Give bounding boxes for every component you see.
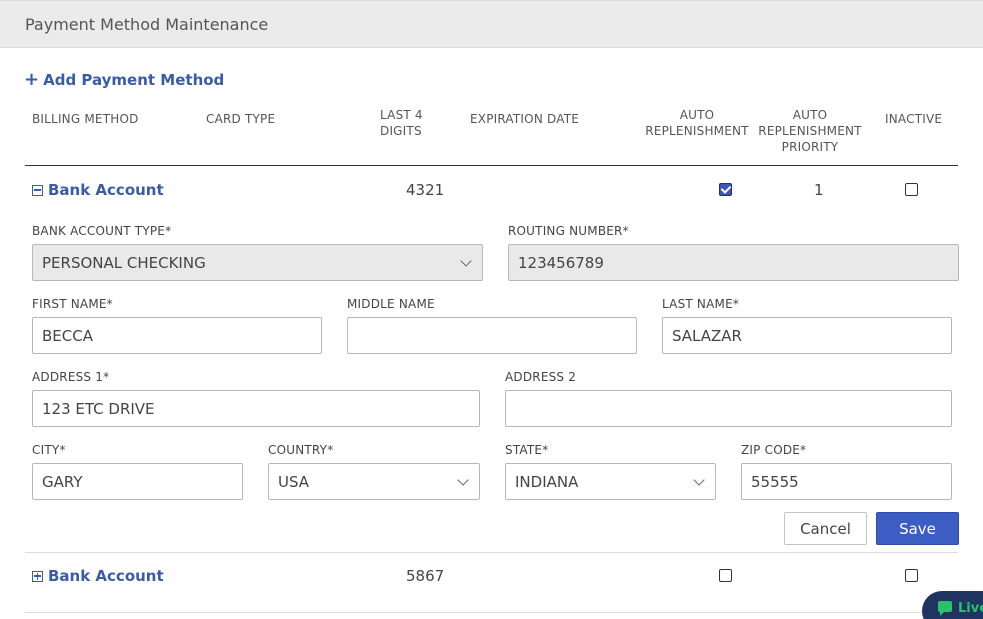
row-2-toggle[interactable]: Bank Account (32, 567, 164, 585)
col-last-4-digits: LAST 4 DIGITS (380, 108, 423, 138)
row-divider (25, 612, 958, 613)
cancel-button[interactable]: Cancel (784, 512, 867, 545)
row-divider (25, 552, 958, 553)
zip-code-label: ZIP CODE* (741, 443, 807, 457)
add-payment-method-label: Add Payment Method (43, 71, 225, 89)
row-1-inactive-checkbox[interactable] (905, 183, 918, 196)
first-name-field[interactable]: BECCA (32, 317, 322, 354)
last-name-field[interactable]: SALAZAR (662, 317, 952, 354)
live-chat-label: Live (958, 601, 983, 616)
row-1-auto-replenishment-checkbox[interactable] (719, 183, 732, 196)
row-1-priority: 1 (814, 181, 824, 199)
chat-icon (938, 601, 952, 616)
chevron-down-icon (460, 255, 472, 267)
col-auto-replenishment: AUTO REPLENISHMENT (645, 108, 749, 138)
country-label: COUNTRY* (268, 443, 334, 457)
chevron-down-icon (693, 474, 705, 486)
row-1-toggle[interactable]: Bank Account (32, 181, 164, 199)
address2-field[interactable] (505, 390, 952, 427)
routing-number-label: ROUTING NUMBER* (508, 224, 629, 238)
row-2-last4: 5867 (406, 567, 445, 585)
expand-icon (32, 570, 43, 582)
add-payment-method-link[interactable]: + Add Payment Method (24, 69, 225, 90)
middle-name-label: MIDDLE NAME (347, 297, 435, 311)
bank-account-type-select[interactable]: PERSONAL CHECKING (32, 244, 483, 281)
row-2-inactive-checkbox[interactable] (905, 569, 918, 582)
save-button[interactable]: Save (876, 512, 959, 545)
last-name-label: LAST NAME* (662, 297, 740, 311)
row-1-billing-method: Bank Account (48, 181, 164, 199)
address1-label: ADDRESS 1* (32, 370, 110, 384)
country-select[interactable]: USA (268, 463, 480, 500)
first-name-label: FIRST NAME* (32, 297, 113, 311)
bank-account-type-label: BANK ACCOUNT TYPE* (32, 224, 172, 238)
col-inactive: INACTIVE (885, 112, 943, 126)
live-chat-button[interactable]: Live (922, 591, 983, 619)
collapse-icon (32, 184, 43, 196)
page-header: Payment Method Maintenance (0, 0, 983, 48)
col-auto-replenishment-priority: AUTO REPLENISHMENT PRIORITY (758, 108, 862, 154)
col-expiration-date: EXPIRATION DATE (470, 112, 580, 126)
address2-label: ADDRESS 2 (505, 370, 577, 384)
plus-icon: + (24, 69, 40, 90)
row-1-last4: 4321 (406, 181, 445, 199)
col-billing-method: BILLING METHOD (32, 112, 139, 126)
col-card-type: CARD TYPE (206, 112, 276, 126)
city-field[interactable]: GARY (32, 463, 243, 500)
address1-field[interactable]: 123 ETC DRIVE (32, 390, 480, 427)
header-divider (25, 165, 958, 166)
city-label: CITY* (32, 443, 66, 457)
state-select[interactable]: INDIANA (505, 463, 716, 500)
page-title: Payment Method Maintenance (25, 15, 269, 34)
chevron-down-icon (457, 474, 469, 486)
state-label: STATE* (505, 443, 549, 457)
zip-code-field[interactable]: 55555 (741, 463, 952, 500)
row-2-auto-replenishment-checkbox[interactable] (719, 569, 732, 582)
row-2-billing-method: Bank Account (48, 567, 164, 585)
middle-name-field[interactable] (347, 317, 637, 354)
routing-number-field[interactable]: 123456789 (508, 244, 959, 281)
